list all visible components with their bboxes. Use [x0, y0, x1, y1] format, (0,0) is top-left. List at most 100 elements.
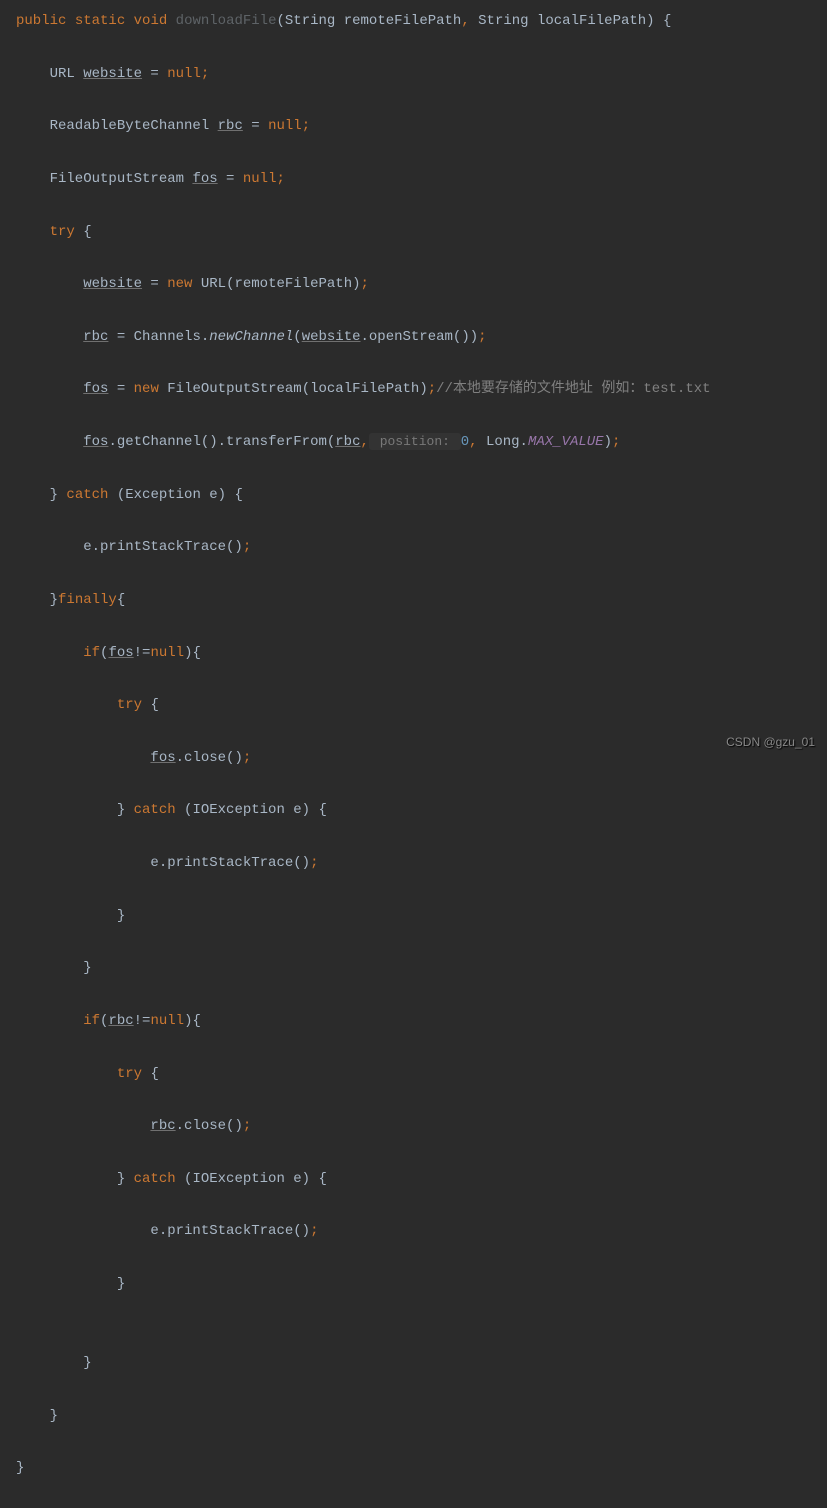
code-line: }: [0, 1271, 827, 1297]
code-line: if(fos!=null){: [0, 640, 827, 666]
keyword: catch: [134, 802, 176, 818]
code-line: e.printStackTrace();: [0, 534, 827, 560]
method-name: downloadFile: [176, 13, 277, 29]
text: [16, 1118, 150, 1134]
variable: fos: [83, 381, 108, 397]
semicolon: ;: [243, 1118, 251, 1134]
text: =: [142, 66, 167, 82]
text: (Exception e) {: [108, 487, 242, 503]
text: Long.: [478, 434, 528, 450]
semicolon: ;: [310, 1223, 318, 1239]
text: ){: [184, 1013, 201, 1029]
variable: fos: [83, 434, 108, 450]
text: }: [16, 487, 66, 503]
variable: rbc: [108, 1013, 133, 1029]
static-method: newChannel: [209, 329, 293, 345]
semicolon: ;: [243, 539, 251, 555]
text: (IOException e) {: [176, 1171, 327, 1187]
static-field: MAX_VALUE: [528, 434, 604, 450]
keyword: null: [150, 645, 184, 661]
semicolon: ;: [612, 434, 620, 450]
text: {: [75, 224, 92, 240]
text: URL: [16, 66, 83, 82]
keyword: if: [83, 1013, 100, 1029]
text: e.printStackTrace(): [16, 855, 310, 871]
text: }: [16, 592, 58, 608]
variable: website: [83, 66, 142, 82]
text: FileOutputStream(localFilePath): [159, 381, 428, 397]
code-line: FileOutputStream fos = null;: [0, 166, 827, 192]
text: =: [108, 381, 133, 397]
text: {: [142, 697, 159, 713]
text: ): [604, 434, 612, 450]
text: [16, 276, 83, 292]
code-line: try {: [0, 1061, 827, 1087]
text: ){: [184, 645, 201, 661]
code-line: public static void downloadFile(String r…: [0, 8, 827, 34]
text: e.printStackTrace(): [16, 539, 243, 555]
code-line: website = new URL(remoteFilePath);: [0, 271, 827, 297]
text: }: [16, 1408, 58, 1424]
text: !=: [134, 645, 151, 661]
variable: rbc: [218, 118, 243, 134]
text: URL(remoteFilePath): [192, 276, 360, 292]
text: .close(): [176, 1118, 243, 1134]
variable: rbc: [150, 1118, 175, 1134]
code-line: }finally{: [0, 587, 827, 613]
text: =: [218, 171, 243, 187]
text: =: [142, 276, 167, 292]
variable: rbc: [83, 329, 108, 345]
code-line: fos.close();: [0, 745, 827, 771]
code-line: fos = new FileOutputStream(localFilePath…: [0, 376, 827, 402]
code-line: fos.getChannel().transferFrom(rbc, posit…: [0, 429, 827, 455]
signature: String localFilePath) {: [470, 13, 672, 29]
code-line: } catch (Exception e) {: [0, 482, 827, 508]
keyword: null: [243, 171, 277, 187]
keyword: catch: [134, 1171, 176, 1187]
text: }: [16, 1276, 125, 1292]
code-line: try {: [0, 219, 827, 245]
text: {: [117, 592, 125, 608]
text: [16, 224, 50, 240]
param-hint: position:: [369, 433, 461, 450]
text: (: [293, 329, 301, 345]
text: {: [142, 1066, 159, 1082]
keyword: public: [16, 13, 66, 29]
code-line: rbc.close();: [0, 1113, 827, 1139]
text: .openStream()): [361, 329, 479, 345]
comment: //本地要存储的文件地址 例如：test.txt: [436, 381, 710, 397]
code-line: if(rbc!=null){: [0, 1008, 827, 1034]
signature: (String remoteFilePath: [277, 13, 462, 29]
keyword: finally: [58, 592, 117, 608]
text: (IOException e) {: [176, 802, 327, 818]
keyword: new: [167, 276, 192, 292]
text: ReadableByteChannel: [16, 118, 218, 134]
text: .getChannel().transferFrom(: [108, 434, 335, 450]
text: [16, 1066, 117, 1082]
text: [16, 750, 150, 766]
semicolon: ;: [478, 329, 486, 345]
keyword: null: [150, 1013, 184, 1029]
text: [16, 697, 117, 713]
text: =: [243, 118, 268, 134]
variable: fos: [150, 750, 175, 766]
text: }: [16, 908, 125, 924]
code-editor[interactable]: public static void downloadFile(String r…: [0, 8, 827, 1508]
text: [16, 329, 83, 345]
semicolon: ;: [243, 750, 251, 766]
code-line: }: [0, 1350, 827, 1376]
keyword: try: [117, 1066, 142, 1082]
text: e.printStackTrace(): [16, 1223, 310, 1239]
code-line: }: [0, 955, 827, 981]
semicolon: ;: [428, 381, 436, 397]
text: [16, 645, 83, 661]
keyword: void: [134, 13, 168, 29]
keyword: try: [50, 224, 75, 240]
text: }: [16, 1460, 24, 1476]
variable: rbc: [335, 434, 360, 450]
semicolon: ;: [361, 276, 369, 292]
comma: ,: [461, 13, 469, 29]
code-line: ReadableByteChannel rbc = null;: [0, 113, 827, 139]
variable: website: [83, 276, 142, 292]
comma: ,: [361, 434, 369, 450]
